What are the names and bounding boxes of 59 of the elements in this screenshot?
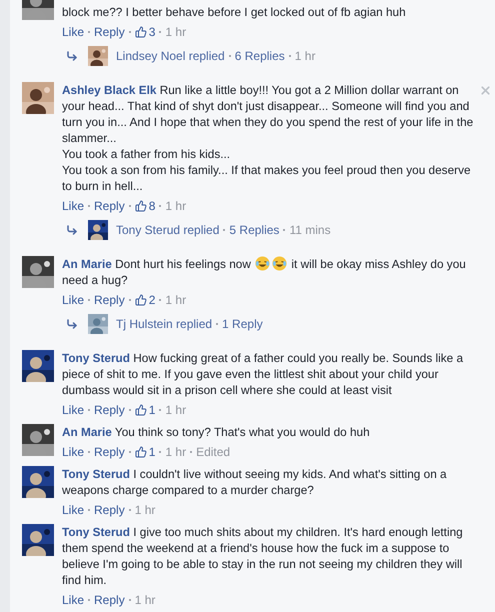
like-count-icon [134,294,147,306]
comment-text: An Marie You think so tony? That's what you would do huh [62,424,371,440]
comment-text: Tony Sterud I give too much shits about my children. It's hard enough letting them spend the weekend at a friend's house how the fuck im a suppose to believe I'm going to be able to stay in the run not seeing my children they will find him. [62,524,464,588]
laughing-emoji-icon [272,256,288,271]
like-count: 8 [148,198,156,214]
author-name[interactable]: An Marie [62,257,112,271]
author-name[interactable]: Ashley Black Elk [62,83,156,97]
comment-time: 1 hr [134,592,156,608]
reply-link[interactable]: Reply [94,198,125,214]
like-count-icon [134,446,147,458]
like-link[interactable]: Like [62,402,84,418]
like-link[interactable]: Like [62,444,84,460]
reply-arrow-icon [66,224,78,236]
reply-link[interactable]: Reply [94,444,125,460]
like-count-icon [134,26,147,38]
replies-count[interactable]: 6 Replies [234,47,285,65]
author-name[interactable]: Tony Sterud [62,525,130,539]
like-count: 1 [148,402,156,418]
comment-text: Tony Sterud I couldn't live without seeing my kids. And what's sitting on a weapons charge compared to a murder charge? [62,466,448,498]
comment-time: 1 hr [165,24,186,40]
edited-label: Edited [196,444,230,460]
like-link[interactable]: Like [62,24,84,40]
like-count-icon [134,404,147,416]
like-count: 2 [148,292,156,308]
reply-time: 1 hr [294,48,316,65]
comment-text: Ashley Black Elk Run like a little boy!!! You got a 2 Million dollar warrant on your head... That kind of shyt don't just disappear... Someone will find you and turn you in... And I hope that when they do you spend the rest of your life in the slammer... You took a father from his kids... You took a son from his family... If that makes you feel proud then you deserve to burn in hell... [62,82,474,194]
comment-text: block me?? I better behave before I get locked out of fb agian huh [62,4,407,20]
reply-arrow-icon [66,50,78,62]
reply-link[interactable]: Reply [94,592,125,608]
comment-time: 1 hr [165,444,186,460]
close-icon[interactable] [479,84,492,97]
replies-count[interactable]: 1 Reply [222,315,263,333]
like-count-icon [134,200,147,212]
reply-time: 11 mins [289,222,331,239]
like-link[interactable]: Like [62,292,84,308]
comment-text: An Marie Dont hurt his feelings now it will be okay miss Ashley do you need a hug? [62,256,467,288]
replies-count[interactable]: 5 Replies [229,221,280,239]
comment-text: Tony Sterud How fucking great of a father could you really be. Sounds like a piece of shit to me. If you gave even the littlest shit about your child your dumbass would sit in a prison cell where she could at least visit [62,350,464,398]
like-count: 3 [148,24,156,40]
like-count: 1 [148,444,156,460]
author-name[interactable]: Tony Sterud [62,351,130,365]
reply-arrow-icon [66,318,78,330]
author-name[interactable]: Tony Sterud [62,467,130,481]
comment-time: 1 hr [165,292,186,308]
replies-link[interactable]: Tony Sterud replied [116,221,220,239]
reply-link[interactable]: Reply [94,292,125,308]
replies-link[interactable]: Lindsey Noel replied [116,47,225,65]
reply-link[interactable]: Reply [94,402,125,418]
reply-link[interactable]: Reply [94,24,125,40]
laughing-emoji-icon [255,256,270,271]
author-name[interactable]: An Marie [62,425,112,439]
like-link[interactable]: Like [62,502,84,518]
comment-time: 1 hr [165,402,186,418]
like-link[interactable]: Like [62,592,84,608]
comment-time: 1 hr [165,198,186,214]
comment-time: 1 hr [134,502,156,518]
replies-link[interactable]: Tj Hulstein replied [116,315,212,333]
like-link[interactable]: Like [62,198,84,214]
reply-link[interactable]: Reply [94,502,125,518]
